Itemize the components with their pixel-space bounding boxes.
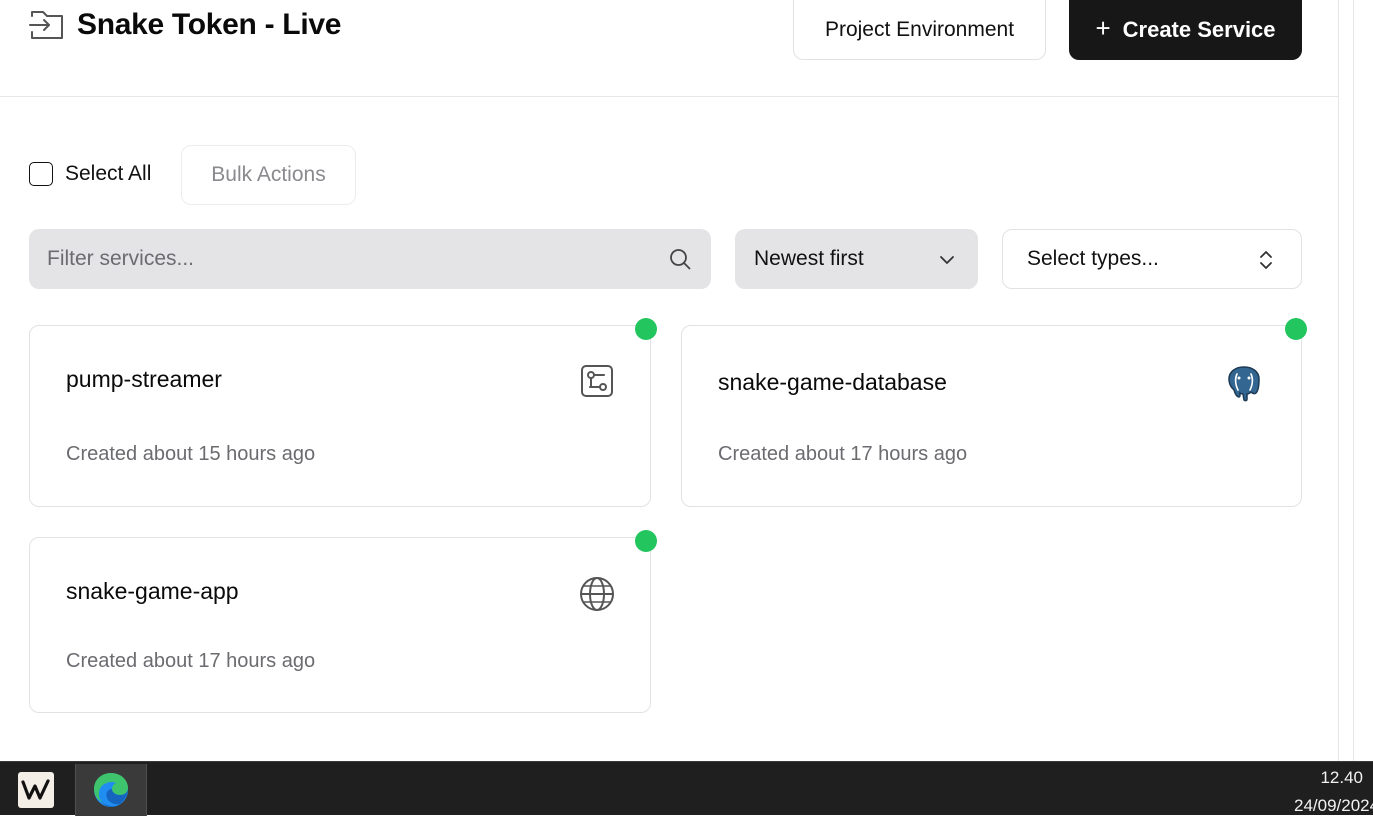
sort-dropdown[interactable]: Newest first (735, 229, 978, 289)
bulk-actions-button[interactable]: Bulk Actions (181, 145, 356, 205)
taskbar-clock-time[interactable]: 12.40 (1320, 768, 1363, 788)
service-name: pump-streamer (66, 366, 222, 392)
select-all-checkbox[interactable] (29, 162, 53, 186)
page-title: Snake Token - Live (77, 8, 342, 41)
page-header: Snake Token - Live Project Environment +… (0, 0, 1338, 97)
w-app-icon (18, 772, 54, 808)
scrollbar-track[interactable] (1353, 0, 1354, 761)
service-created-time: Created about 15 hours ago (66, 443, 316, 465)
taskbar-app-edge[interactable] (75, 764, 147, 816)
service-card-snake-game-database[interactable]: snake-game-database Created about 17 hou… (681, 325, 1302, 507)
os-taskbar: 12.40 24/09/2024 (0, 761, 1373, 816)
page-scrollbar[interactable] (1338, 0, 1373, 761)
status-indicator (1285, 318, 1307, 340)
service-created-time: Created about 17 hours ago (66, 650, 316, 672)
status-indicator (635, 530, 657, 552)
taskbar-clock-date[interactable]: 24/09/2024 (1294, 796, 1373, 816)
sort-selected-value: Newest first (754, 247, 864, 270)
chevron-up-down-icon (1260, 251, 1272, 269)
create-service-button[interactable]: + Create Service (1069, 0, 1302, 60)
service-name: snake-game-database (718, 369, 947, 395)
type-filter-dropdown[interactable]: Select types... (1002, 229, 1302, 289)
select-all-control[interactable]: Select All (29, 162, 151, 186)
service-filter-box (29, 229, 711, 289)
globe-icon (580, 577, 614, 611)
service-created-time: Created about 17 hours ago (718, 443, 968, 465)
search-input[interactable] (29, 229, 669, 289)
service-card-snake-game-app[interactable]: snake-game-app Created about 17 hours ag… (29, 537, 651, 713)
taskbar-app-w[interactable] (0, 764, 72, 816)
create-service-label: Create Service (1122, 17, 1276, 42)
app-window: Snake Token - Live Project Environment +… (0, 0, 1338, 761)
chevron-down-icon (940, 256, 954, 264)
plus-icon: + (1095, 13, 1111, 43)
edge-browser-icon (94, 773, 128, 807)
workflow-icon (581, 365, 613, 397)
postgresql-icon (1228, 366, 1260, 402)
service-card-pump-streamer[interactable]: pump-streamer Created about 15 hours ago (29, 325, 651, 507)
search-icon (670, 249, 691, 270)
select-all-label: Select All (65, 162, 152, 185)
type-filter-placeholder: Select types... (1027, 247, 1159, 270)
service-name: snake-game-app (66, 578, 239, 604)
exit-project-icon[interactable] (29, 10, 65, 42)
status-indicator (635, 318, 657, 340)
project-environment-button[interactable]: Project Environment (793, 0, 1046, 60)
